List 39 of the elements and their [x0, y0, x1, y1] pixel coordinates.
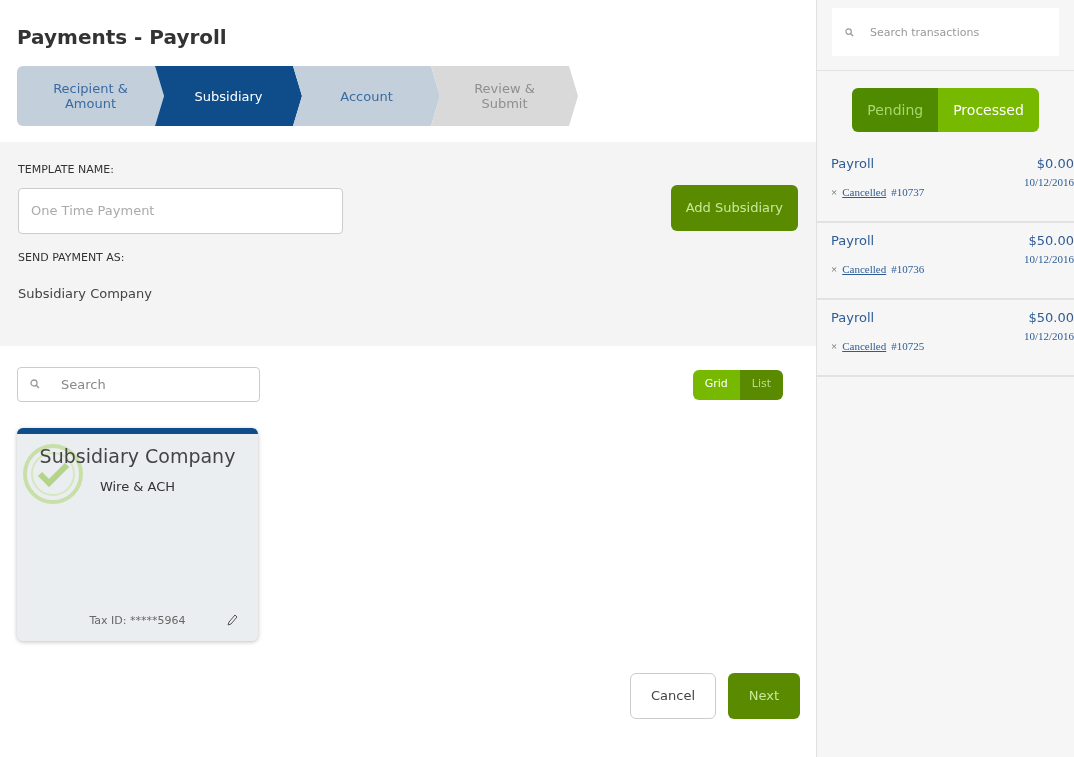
template-name-field[interactable]: One Time Payment: [18, 187, 343, 234]
transaction-row[interactable]: Payroll × Cancelled #10736 $50.00 10/12/2016: [817, 223, 1074, 300]
transaction-date: 10/12/2016: [1023, 328, 1074, 344]
card-subtitle: Wire & ACH: [99, 477, 176, 496]
cancel-button[interactable]: Cancel: [630, 673, 716, 719]
status-link[interactable]: Cancelled: [842, 183, 887, 200]
transaction-amount: $50.00: [1028, 232, 1074, 250]
status-link[interactable]: Cancelled: [842, 337, 887, 354]
search-icon: [30, 379, 40, 389]
wizard-step[interactable]: Account: [293, 66, 440, 126]
search-field[interactable]: Search: [17, 367, 260, 402]
transaction-row[interactable]: Payroll × Cancelled #10725 $50.00 10/12/2016: [817, 300, 1074, 377]
card-title: Subsidiary Company: [39, 444, 236, 469]
transaction-date: 10/12/2016: [1023, 251, 1074, 267]
transaction-date: 10/12/2016: [1023, 174, 1074, 190]
status-link[interactable]: Cancelled: [842, 260, 887, 277]
transaction-number: #10736: [891, 261, 925, 277]
send-as-value: Subsidiary Company: [18, 285, 153, 303]
transaction-search-field[interactable]: Search transactions: [832, 8, 1059, 56]
wizard-step[interactable]: Recipient & Amount: [17, 66, 164, 126]
transaction-amount: $50.00: [1028, 309, 1074, 327]
field-label: SEND PAYMENT AS:: [18, 249, 126, 266]
search-icon: [845, 28, 854, 37]
wizard-step[interactable]: Subsidiary: [155, 66, 302, 126]
transaction-name: Payroll: [831, 309, 876, 327]
field-label: TEMPLATE NAME:: [18, 162, 115, 178]
pencil-icon[interactable]: [226, 613, 238, 627]
transaction-name: Payroll: [831, 155, 876, 173]
tax-id-text: Tax ID: *****5964: [89, 612, 186, 629]
transaction-number: #10725: [891, 338, 925, 354]
subsidiary-card[interactable]: Subsidiary Company Wire & ACH Tax ID: *****5964: [17, 428, 258, 641]
transaction-name: Payroll: [831, 232, 876, 250]
cancel-mark-icon: ×: [831, 183, 838, 200]
cancel-mark-icon: ×: [831, 260, 838, 277]
transaction-number: #10737: [891, 184, 925, 200]
cancel-mark-icon: ×: [831, 337, 838, 354]
page-title: Payments - Payroll: [17, 24, 228, 51]
transaction-amount: $0.00: [1036, 155, 1074, 173]
transaction-row[interactable]: Payroll × Cancelled #10737 $0.00 10/12/2016: [817, 146, 1074, 223]
